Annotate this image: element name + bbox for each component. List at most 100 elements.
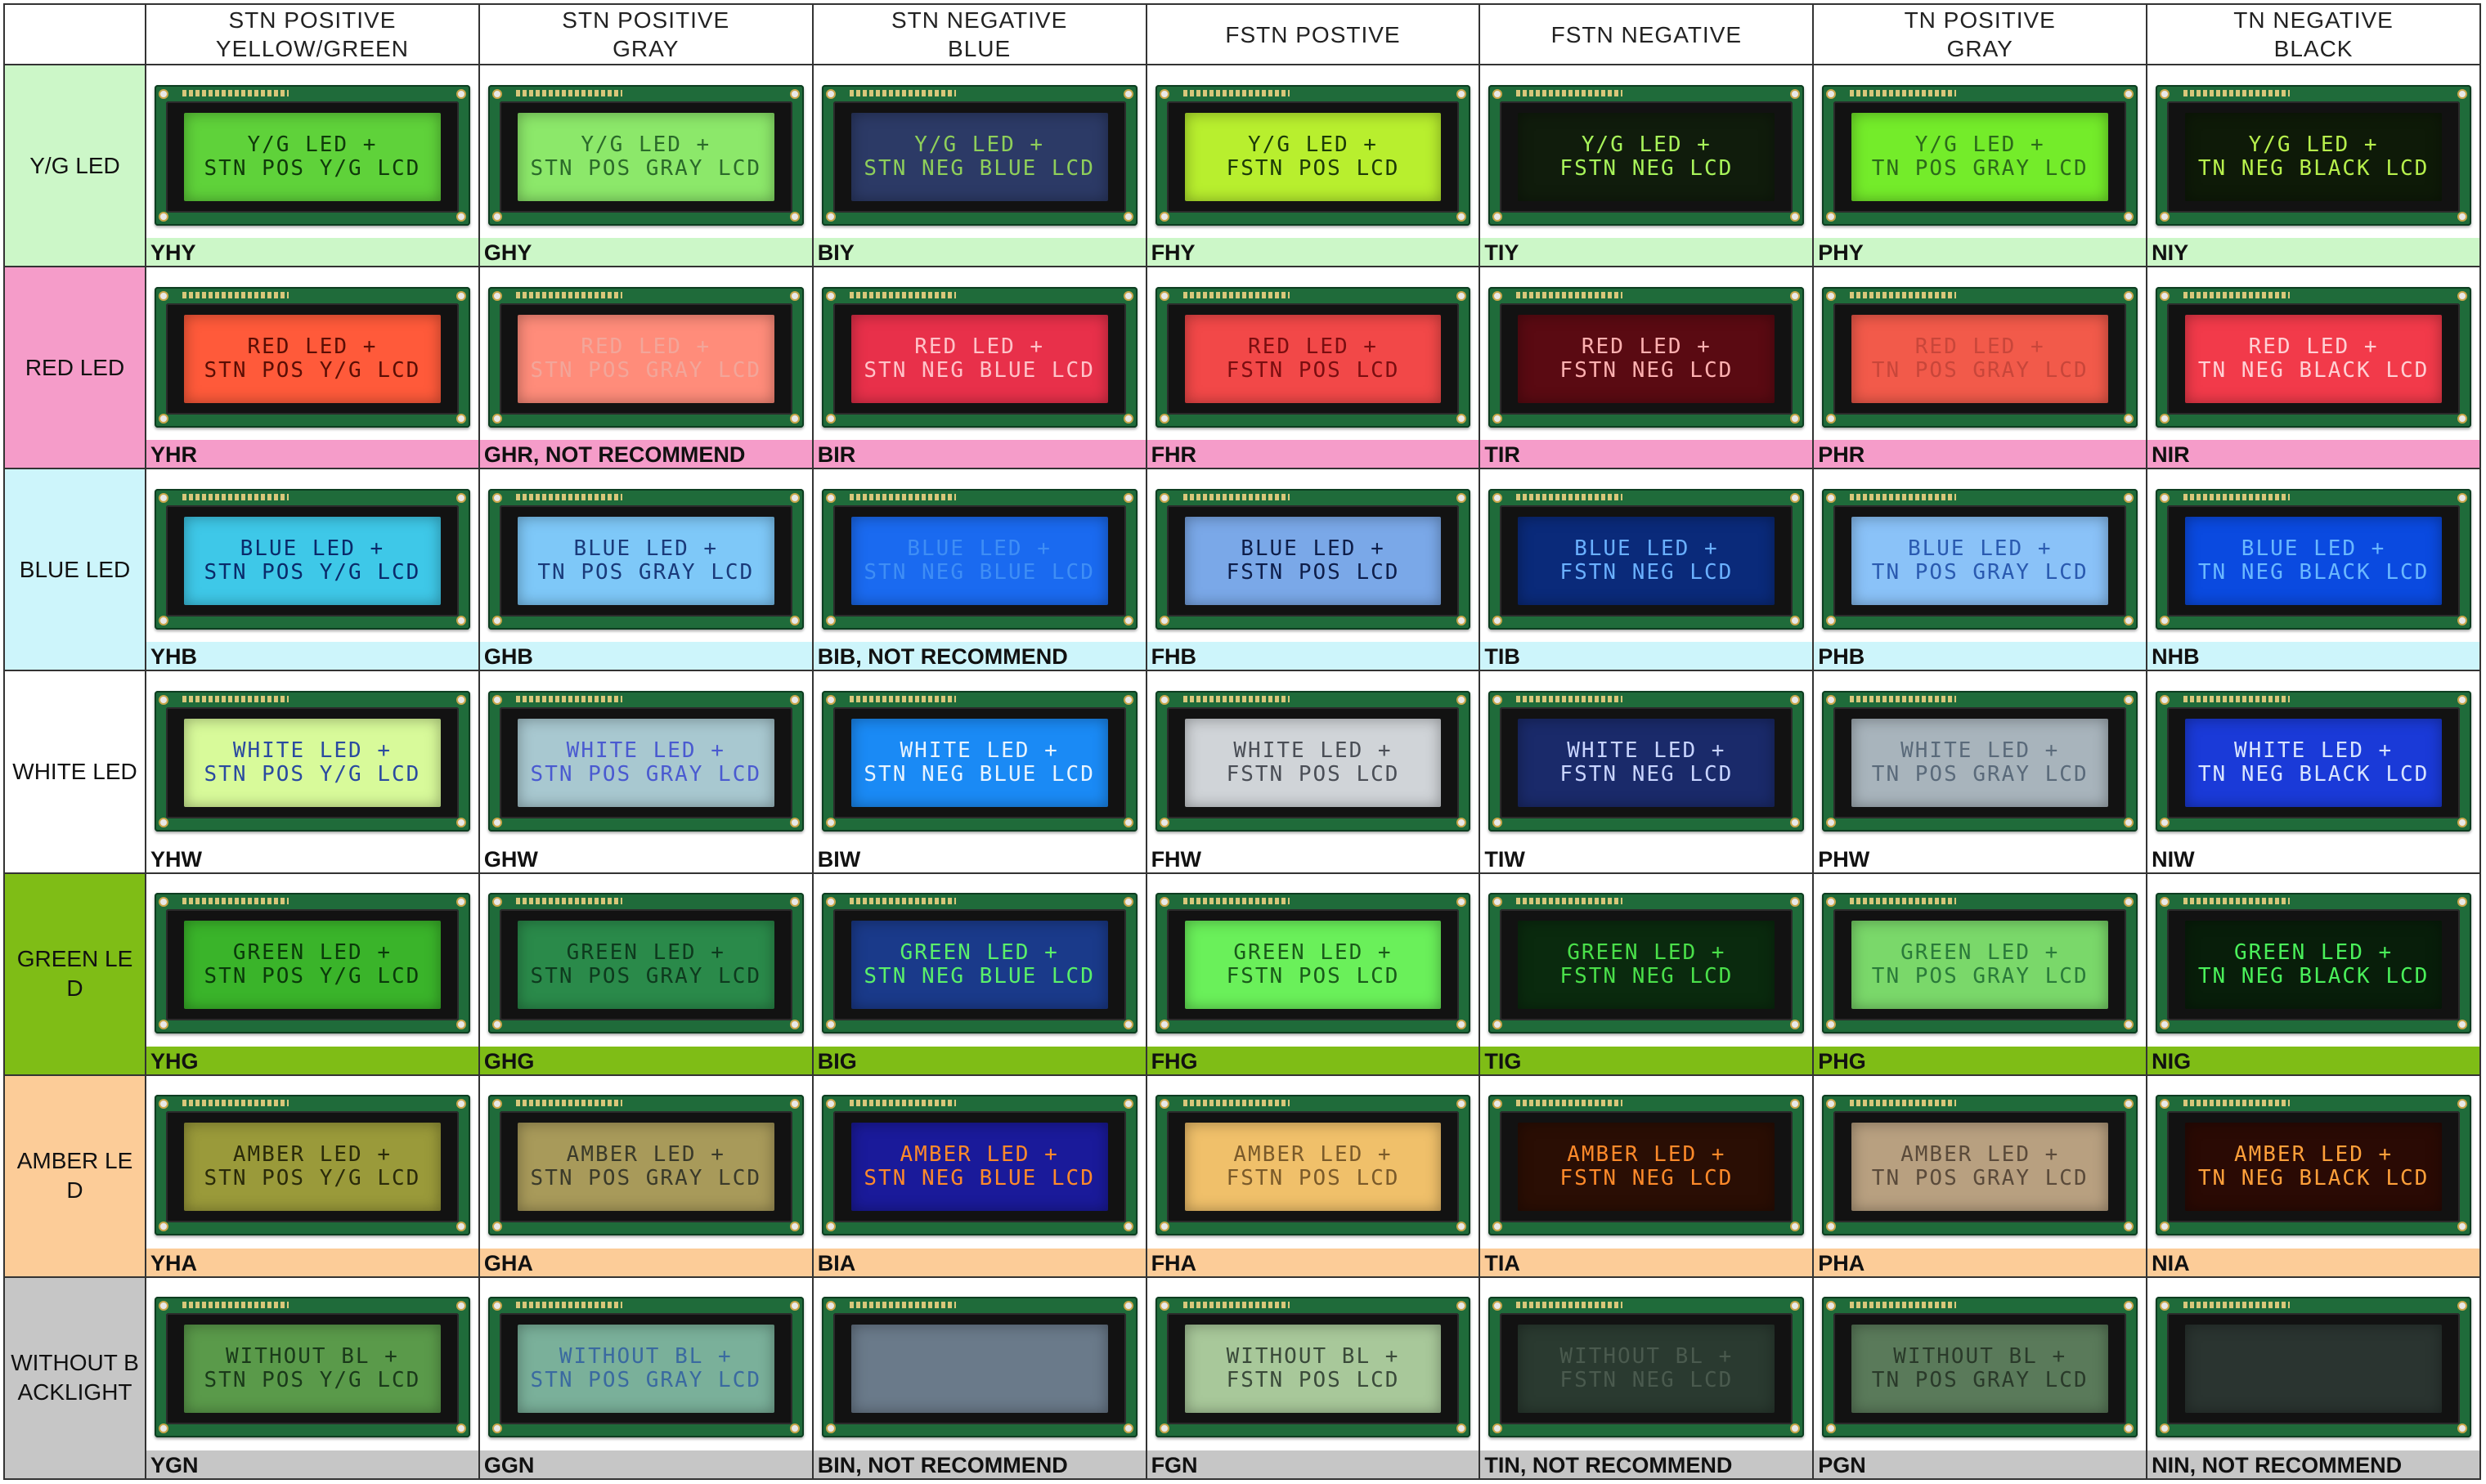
mounting-hole <box>491 897 502 908</box>
pin-header <box>515 1100 622 1107</box>
pin-header <box>182 1302 289 1309</box>
lcd-cell: Y/G LED + TN POS GRAY LCD PHY <box>1814 65 2147 267</box>
lcd-cell: RED LED + STN NEG BLUE LCD BIR <box>813 267 1146 469</box>
pin-header <box>515 695 622 702</box>
mounting-hole <box>1456 1301 1467 1311</box>
mounting-hole <box>2160 1099 2170 1110</box>
mounting-hole <box>825 1222 836 1232</box>
lcd-module: Y/G LED + FSTN POS LCD <box>1155 84 1471 226</box>
pin-header <box>515 291 622 298</box>
lcd-image: Y/G LED + TN POS GRAY LCD <box>1814 65 2146 238</box>
mounting-hole <box>825 492 836 503</box>
lcd-screen: AMBER LED + TN NEG BLACK LCD <box>2185 1123 2442 1212</box>
mounting-hole <box>1492 413 1503 424</box>
lcd-line-1: WHITE LED + <box>2233 738 2394 763</box>
lcd-screen: AMBER LED + STN NEG BLUE LCD <box>850 1123 1108 1212</box>
lcd-line-1: WITHOUT BL + <box>226 1344 399 1370</box>
lcd-cell: WITHOUT BL + TN POS GRAY LCD PGN <box>1814 1277 2147 1478</box>
mounting-hole <box>159 88 168 99</box>
lcd-module: WHITE LED + FSTN POS LCD <box>1155 690 1471 832</box>
mounting-hole <box>2160 615 2170 625</box>
part-code: PHG <box>1814 1046 2147 1074</box>
lcd-image <box>2147 1278 2479 1450</box>
lcd-bezel: Y/G LED + STN POS Y/G LCD <box>166 101 459 213</box>
part-code: BIN, NOT RECOMMEND <box>813 1450 1146 1478</box>
lcd-image: WHITE LED + STN POS GRAY LCD <box>480 671 812 844</box>
lcd-line-1: GREEN LED + <box>232 940 393 966</box>
lcd-screen: WHITE LED + STN NEG BLUE LCD <box>850 718 1108 807</box>
mounting-hole <box>1123 1222 1133 1232</box>
part-code: BIA <box>813 1248 1146 1276</box>
lcd-screen: WHITE LED + FSTN NEG LCD <box>1518 718 1775 807</box>
lcd-cell: GREEN LED + STN NEG BLUE LCD BIG <box>813 873 1146 1074</box>
lcd-module: RED LED + TN NEG BLACK LCD <box>2156 286 2471 428</box>
mounting-hole <box>2160 413 2170 424</box>
lcd-module: RED LED + STN POS Y/G LCD <box>155 286 470 428</box>
part-code: NHB <box>2147 642 2479 670</box>
lcd-image: AMBER LED + STN NEG BLUE LCD <box>814 1076 1146 1249</box>
pin-header <box>1850 1100 1957 1107</box>
mounting-hole <box>1123 1099 1133 1110</box>
lcd-image: WITHOUT BL + FSTN POS LCD <box>1147 1278 1479 1450</box>
mounting-hole <box>2457 413 2467 424</box>
lcd-screen: WITHOUT BL + FSTN NEG LCD <box>1518 1325 1775 1414</box>
lcd-image: RED LED + FSTN NEG LCD <box>1480 267 1812 440</box>
mounting-hole <box>455 492 466 503</box>
lcd-screen: AMBER LED + FSTN NEG LCD <box>1518 1123 1775 1212</box>
mounting-hole <box>1790 290 1801 301</box>
lcd-module: WHITE LED + STN NEG BLUE LCD <box>821 690 1138 832</box>
lcd-module: GREEN LED + TN NEG BLACK LCD <box>2156 893 2471 1034</box>
mounting-hole <box>825 413 836 424</box>
row-label: GREEN LED <box>5 873 145 1074</box>
lcd-line-2: TN NEG BLACK LCD <box>2197 155 2430 181</box>
mounting-hole <box>1159 897 1169 908</box>
part-code: NIR <box>2147 440 2479 469</box>
mounting-hole <box>789 1222 800 1232</box>
mounting-hole <box>1123 615 1133 625</box>
lcd-cell: BLUE LED + STN NEG BLUE LCD BIB, NOT RECOM… <box>813 469 1146 670</box>
mounting-hole <box>789 290 800 301</box>
lcd-image: AMBER LED + STN POS Y/G LCD <box>146 1076 478 1249</box>
mounting-hole <box>1123 1301 1133 1311</box>
lcd-line-1: BLUE LED + <box>1241 536 1385 561</box>
lcd-line-1: Y/G LED + <box>914 132 1045 157</box>
lcd-bezel: WITHOUT BL + TN POS GRAY LCD <box>1833 1313 2127 1425</box>
part-code: YHW <box>146 844 478 872</box>
lcd-image: BLUE LED + STN NEG BLUE LCD <box>814 469 1146 642</box>
lcd-line-2: TN POS GRAY LCD <box>1871 559 2089 585</box>
lcd-screen: Y/G LED + TN NEG BLACK LCD <box>2185 112 2442 201</box>
lcd-bezel: WITHOUT BL + FSTN NEG LCD <box>1500 1313 1793 1425</box>
pin-header <box>182 695 289 702</box>
pin-header <box>1182 1302 1290 1309</box>
mounting-hole <box>1159 817 1169 827</box>
lcd-line-2: TN NEG BLACK LCD <box>2197 964 2430 989</box>
lcd-line-2: TN NEG BLACK LCD <box>2197 761 2430 787</box>
lcd-line-1: GREEN LED + <box>900 940 1059 966</box>
mounting-hole <box>455 694 466 705</box>
lcd-module: BLUE LED + TN NEG BLACK LCD <box>2156 488 2471 630</box>
lcd-module: WITHOUT BL + FSTN POS LCD <box>1155 1297 1471 1438</box>
lcd-image: Y/G LED + FSTN POS LCD <box>1147 65 1479 238</box>
lcd-line-2: STN NEG BLUE LCD <box>864 1166 1095 1191</box>
lcd-line-2: TN NEG BLACK LCD <box>2197 357 2430 383</box>
lcd-line-1: AMBER LED + <box>232 1142 393 1168</box>
lcd-line-1: RED LED + <box>581 334 711 359</box>
lcd-cell: AMBER LED + FSTN POS LCD FHA <box>1147 1075 1479 1276</box>
lcd-bezel: Y/G LED + FSTN POS LCD <box>1166 101 1460 213</box>
lcd-image: WITHOUT BL + STN POS GRAY LCD <box>480 1278 812 1450</box>
pin-header <box>515 493 622 500</box>
mounting-hole <box>2160 211 2170 222</box>
lcd-line-1: WITHOUT BL + <box>1226 1344 1400 1370</box>
part-code: GHA <box>479 1248 812 1276</box>
mounting-hole <box>1790 1423 1801 1434</box>
mounting-hole <box>1826 1020 1837 1030</box>
mounting-hole <box>159 290 168 301</box>
lcd-line-1: WHITE LED + <box>1233 738 1393 763</box>
row-label: BLUE LED <box>5 469 145 670</box>
lcd-line-1: Y/G LED + <box>247 132 378 157</box>
part-code: FHB <box>1147 642 1479 670</box>
lcd-line-2: STN POS Y/G LCD <box>204 1166 421 1191</box>
lcd-line-2: STN POS Y/G LCD <box>204 559 421 585</box>
lcd-cell: RED LED + FSTN POS LCD FHR <box>1147 267 1479 469</box>
lcd-cell: RED LED + FSTN NEG LCD TIR <box>1480 267 1813 469</box>
